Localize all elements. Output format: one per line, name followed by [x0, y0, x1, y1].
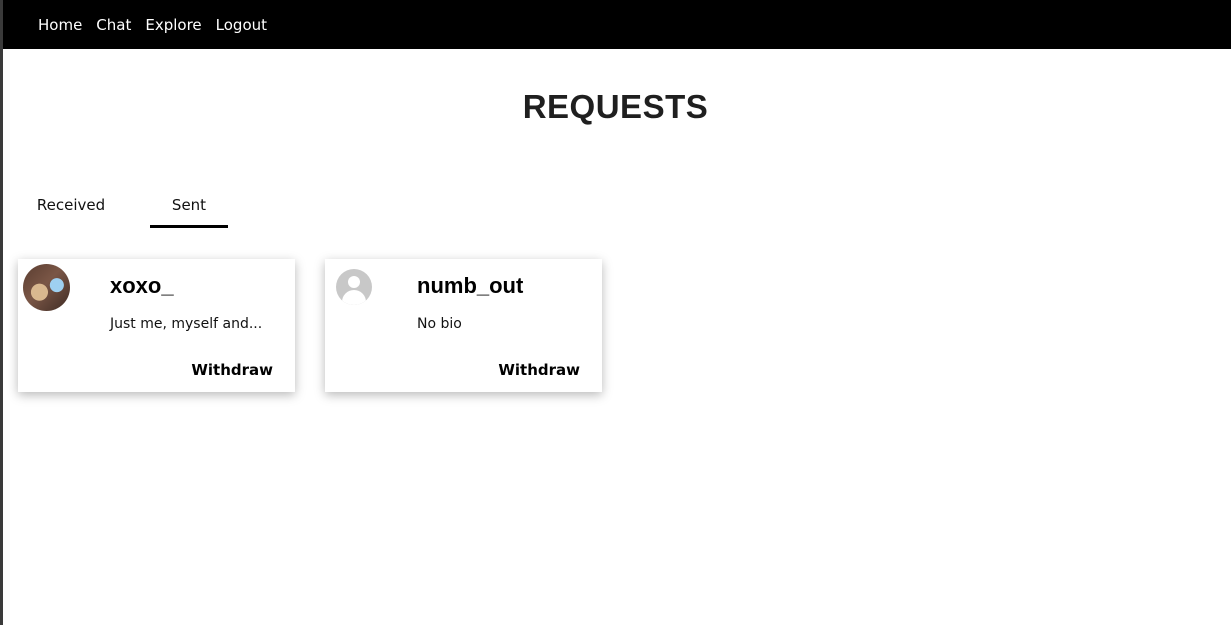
- withdraw-button[interactable]: Withdraw: [191, 361, 273, 379]
- request-card: numb_out No bio Withdraw: [325, 259, 602, 392]
- page-title: REQUESTS: [522, 88, 709, 125]
- avatar-torso-shape: [342, 290, 366, 305]
- request-username[interactable]: numb_out: [417, 273, 523, 299]
- nav-explore-link[interactable]: Explore: [145, 16, 201, 34]
- tab-sent[interactable]: Sent: [150, 190, 228, 228]
- tab-received[interactable]: Received: [18, 190, 124, 228]
- request-card-list: xoxo_ Just me, myself and... Withdraw nu…: [18, 259, 632, 392]
- nav-logout-link[interactable]: Logout: [216, 16, 267, 34]
- nav-chat-link[interactable]: Chat: [96, 16, 131, 34]
- avatar-head-shape: [348, 276, 360, 288]
- nav-home-link[interactable]: Home: [38, 16, 82, 34]
- default-avatar-icon[interactable]: [336, 269, 372, 305]
- request-username[interactable]: xoxo_: [110, 273, 174, 299]
- request-tabs: Received Sent: [18, 190, 228, 228]
- request-bio: Just me, myself and...: [110, 316, 263, 332]
- top-navbar: Home Chat Explore Logout: [3, 0, 1231, 49]
- request-card: xoxo_ Just me, myself and... Withdraw: [18, 259, 295, 392]
- avatar[interactable]: [23, 264, 70, 311]
- request-bio: No bio: [417, 316, 462, 332]
- withdraw-button[interactable]: Withdraw: [498, 361, 580, 379]
